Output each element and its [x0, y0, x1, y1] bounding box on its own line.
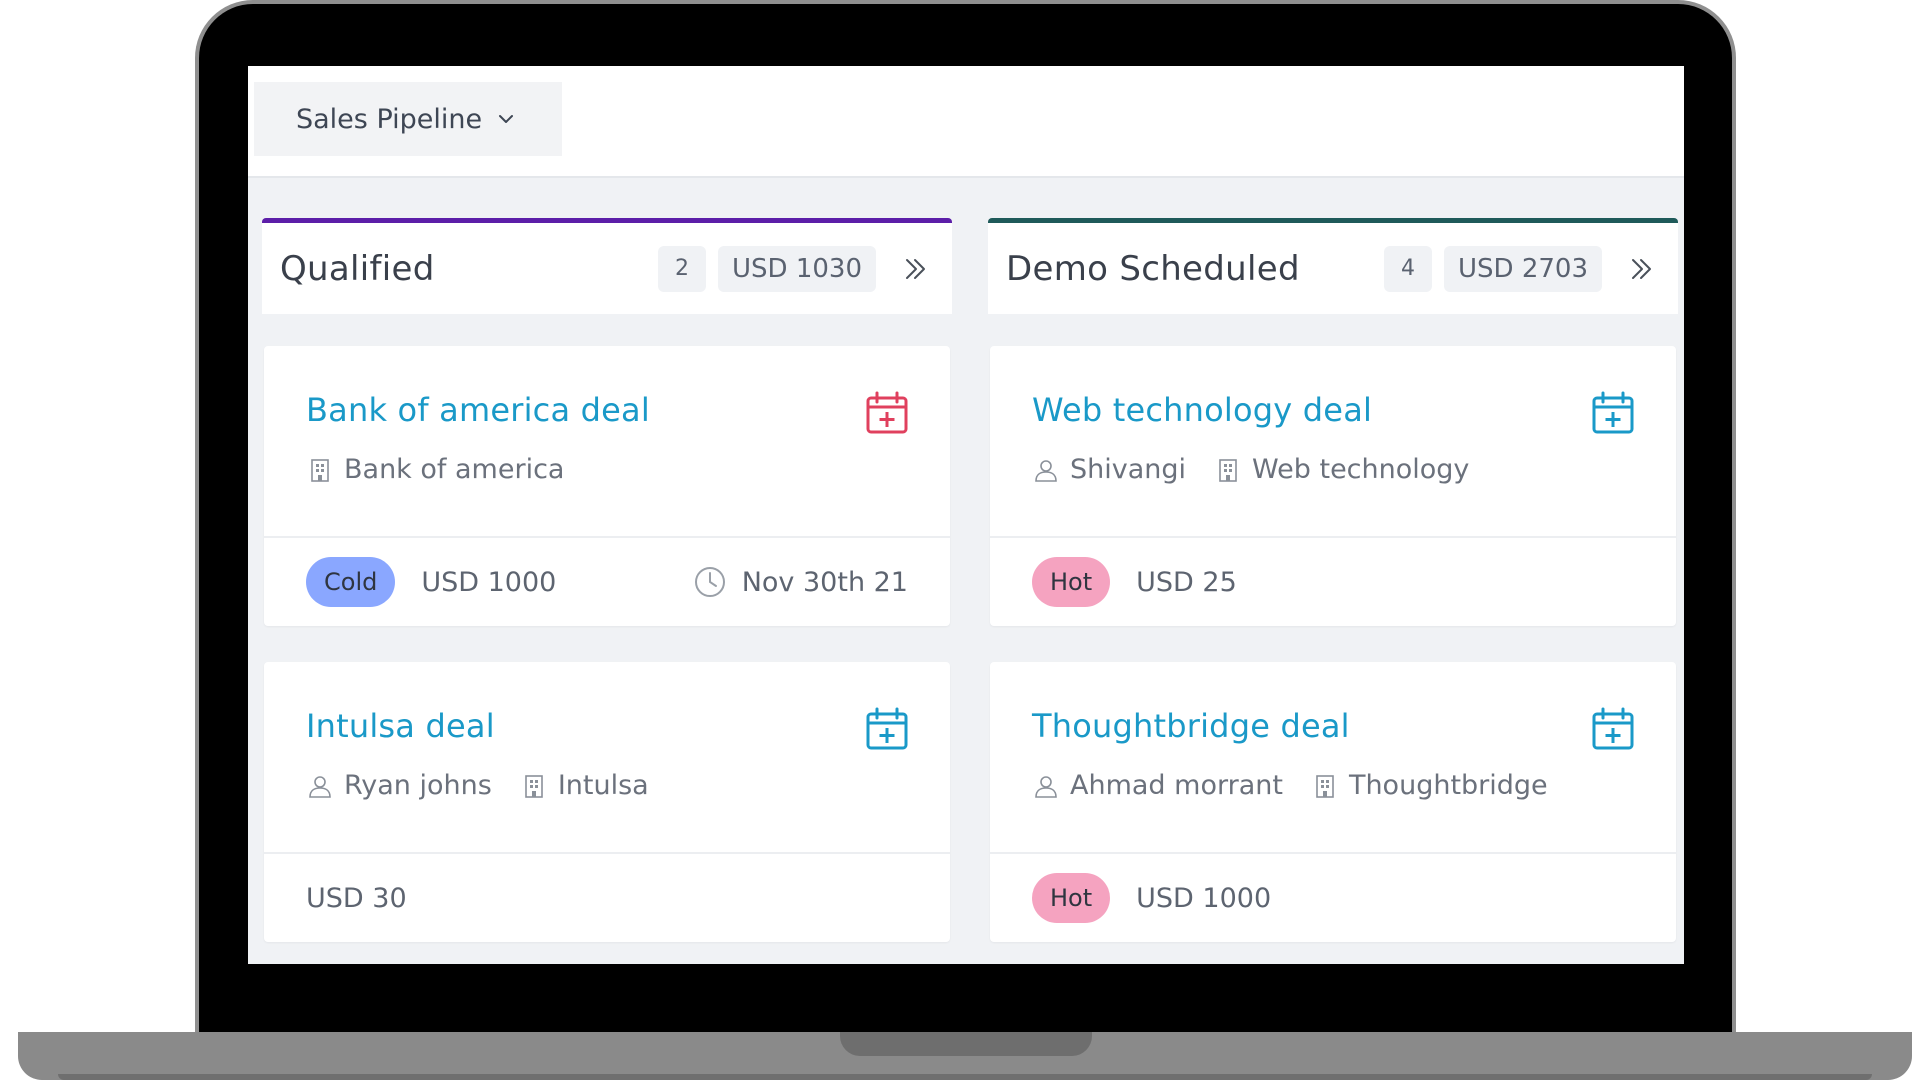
company-meta: Thoughtbridge: [1311, 770, 1548, 801]
person-icon: [306, 772, 334, 800]
deal-amount: USD 25: [1136, 566, 1237, 598]
deal-title-link[interactable]: Web technology deal: [1032, 391, 1372, 429]
deal-card-body: Thoughtbridge deal Ahmad morrant Thought…: [990, 662, 1676, 854]
person-icon: [1032, 772, 1060, 800]
column-amount-badge: USD 2703: [1444, 245, 1602, 292]
deal-amount: USD 1000: [421, 566, 557, 598]
laptop-base-shadow: [58, 1074, 1872, 1080]
deal-card[interactable]: Thoughtbridge deal Ahmad morrant Thought…: [990, 662, 1676, 942]
calendar-plus-icon[interactable]: [1590, 706, 1636, 752]
calendar-plus-icon[interactable]: [864, 390, 910, 436]
deal-card-footer: USD 30: [264, 854, 950, 942]
contact-name[interactable]: Ryan johns: [344, 770, 492, 801]
deal-card-footer: Hot USD 1000: [990, 854, 1676, 942]
calendar-plus-icon[interactable]: [1590, 390, 1636, 436]
column-title: Demo Scheduled: [1006, 248, 1300, 289]
building-icon: [520, 772, 548, 800]
laptop-mockup: Sales Pipeline Qualified 2 USD 1030 Bank…: [0, 0, 1920, 1080]
deal-meta-row: Ahmad morrant Thoughtbridge: [1032, 770, 1576, 801]
company-name[interactable]: Thoughtbridge: [1349, 770, 1548, 801]
contact-name[interactable]: Shivangi: [1070, 454, 1186, 485]
double-chevron-right-icon[interactable]: [1624, 251, 1660, 287]
contact-meta: Shivangi: [1032, 454, 1186, 485]
laptop-notch: [840, 1032, 1092, 1056]
company-meta: Bank of america: [306, 454, 564, 485]
app-screen: Sales Pipeline Qualified 2 USD 1030 Bank…: [248, 66, 1684, 964]
deal-card[interactable]: Intulsa deal Ryan johns Intulsa USD 30: [264, 662, 950, 942]
deal-card-body: Web technology deal Shivangi Web technol…: [990, 346, 1676, 538]
pipeline-selector[interactable]: Sales Pipeline: [254, 82, 562, 156]
double-chevron-right-icon[interactable]: [898, 251, 934, 287]
company-name[interactable]: Intulsa: [558, 770, 649, 801]
company-meta: Web technology: [1214, 454, 1469, 485]
deal-card-footer: Hot USD 25: [990, 538, 1676, 626]
person-icon: [1032, 456, 1060, 484]
column-title: Qualified: [280, 248, 435, 289]
deal-amount: USD 1000: [1136, 882, 1272, 914]
company-name[interactable]: Web technology: [1252, 454, 1469, 485]
deal-count-badge: 4: [1384, 245, 1432, 292]
temperature-badge: Hot: [1032, 557, 1111, 607]
pipeline-column-demo-scheduled: Demo Scheduled 4 USD 2703 Web technology…: [988, 218, 1678, 942]
column-header: Qualified 2 USD 1030: [262, 218, 952, 314]
company-name[interactable]: Bank of america: [344, 454, 564, 485]
contact-name[interactable]: Ahmad morrant: [1070, 770, 1283, 801]
close-date-text: Nov 30th 21: [741, 566, 908, 598]
temperature-badge: Cold: [306, 557, 396, 607]
building-icon: [1214, 456, 1242, 484]
deal-card[interactable]: Web technology deal Shivangi Web technol…: [990, 346, 1676, 626]
column-amount-badge: USD 1030: [718, 245, 876, 292]
calendar-plus-icon[interactable]: [864, 706, 910, 752]
deal-count-badge: 2: [658, 245, 706, 292]
column-header: Demo Scheduled 4 USD 2703: [988, 218, 1678, 314]
deal-card[interactable]: Bank of america deal Bank of america Col…: [264, 346, 950, 626]
pipeline-column-qualified: Qualified 2 USD 1030 Bank of america dea…: [262, 218, 952, 942]
deal-amount: USD 30: [306, 882, 407, 914]
company-meta: Intulsa: [520, 770, 649, 801]
deal-meta-row: Ryan johns Intulsa: [306, 770, 677, 801]
building-icon: [306, 456, 334, 484]
deal-title-link[interactable]: Intulsa deal: [306, 707, 495, 745]
deal-title-link[interactable]: Thoughtbridge deal: [1032, 707, 1350, 745]
clock-icon: [692, 564, 728, 600]
deal-meta-row: Shivangi Web technology: [1032, 454, 1497, 485]
deal-title-link[interactable]: Bank of america deal: [306, 391, 650, 429]
deal-close-date: Nov 30th 21: [692, 564, 908, 600]
deal-card-body: Intulsa deal Ryan johns Intulsa: [264, 662, 950, 854]
contact-meta: Ahmad morrant: [1032, 770, 1283, 801]
chevron-down-icon: [496, 109, 516, 129]
temperature-badge: Hot: [1032, 873, 1111, 923]
top-bar: Sales Pipeline: [248, 66, 1684, 178]
deal-meta-row: Bank of america: [306, 454, 592, 485]
deal-card-body: Bank of america deal Bank of america: [264, 346, 950, 538]
building-icon: [1311, 772, 1339, 800]
pipeline-selector-label: Sales Pipeline: [296, 103, 483, 135]
contact-meta: Ryan johns: [306, 770, 492, 801]
deal-card-footer: Cold USD 1000 Nov 30th 21: [264, 538, 950, 626]
